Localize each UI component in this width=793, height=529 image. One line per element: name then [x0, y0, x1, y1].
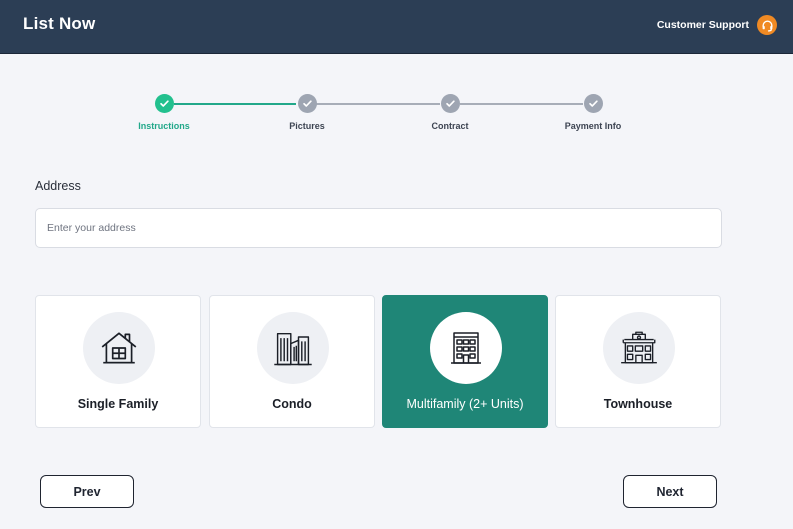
next-button[interactable]: Next — [623, 475, 717, 508]
customer-support-link[interactable]: Customer Support — [657, 14, 777, 36]
condo-buildings-icon — [257, 312, 329, 384]
step-contract[interactable]: Contract — [395, 94, 505, 131]
apartment-building-icon — [430, 312, 502, 384]
property-type-single-family[interactable]: Single Family — [35, 295, 201, 428]
step-payment-info[interactable]: Payment Info — [538, 94, 648, 131]
headset-icon[interactable] — [757, 15, 777, 35]
property-type-label: Condo — [272, 397, 312, 411]
property-type-label: Single Family — [77, 397, 159, 411]
customer-support-label: Customer Support — [656, 19, 749, 31]
property-type-multifamily[interactable]: Multifamily (2+ Units) — [382, 295, 548, 428]
step-label: Payment Info — [564, 121, 622, 131]
property-type-options: Single Family Condo Multifamily (2+ Unit… — [35, 295, 722, 428]
top-bar: List Now Customer Support — [0, 0, 793, 54]
check-icon — [583, 94, 603, 113]
house-icon — [83, 312, 155, 384]
address-input[interactable] — [35, 208, 722, 248]
property-type-condo[interactable]: Condo — [209, 295, 375, 428]
property-type-label: Townhouse — [603, 397, 673, 411]
property-type-label: Multifamily (2+ Units) — [406, 397, 524, 411]
check-icon — [297, 94, 317, 113]
step-label: Instructions — [138, 121, 190, 131]
step-pictures[interactable]: Pictures — [252, 94, 362, 131]
address-label: Address — [35, 179, 81, 193]
prev-button[interactable]: Prev — [40, 475, 134, 508]
step-label: Contract — [431, 121, 469, 131]
check-icon — [440, 94, 460, 113]
progress-stepper: Instructions Pictures Contract Payment I… — [0, 94, 793, 134]
app-title: List Now — [23, 14, 96, 33]
step-label: Pictures — [289, 121, 325, 131]
townhouse-icon — [603, 312, 675, 384]
property-type-townhouse[interactable]: Townhouse — [555, 295, 721, 428]
check-icon — [154, 94, 174, 113]
step-instructions[interactable]: Instructions — [109, 94, 219, 131]
